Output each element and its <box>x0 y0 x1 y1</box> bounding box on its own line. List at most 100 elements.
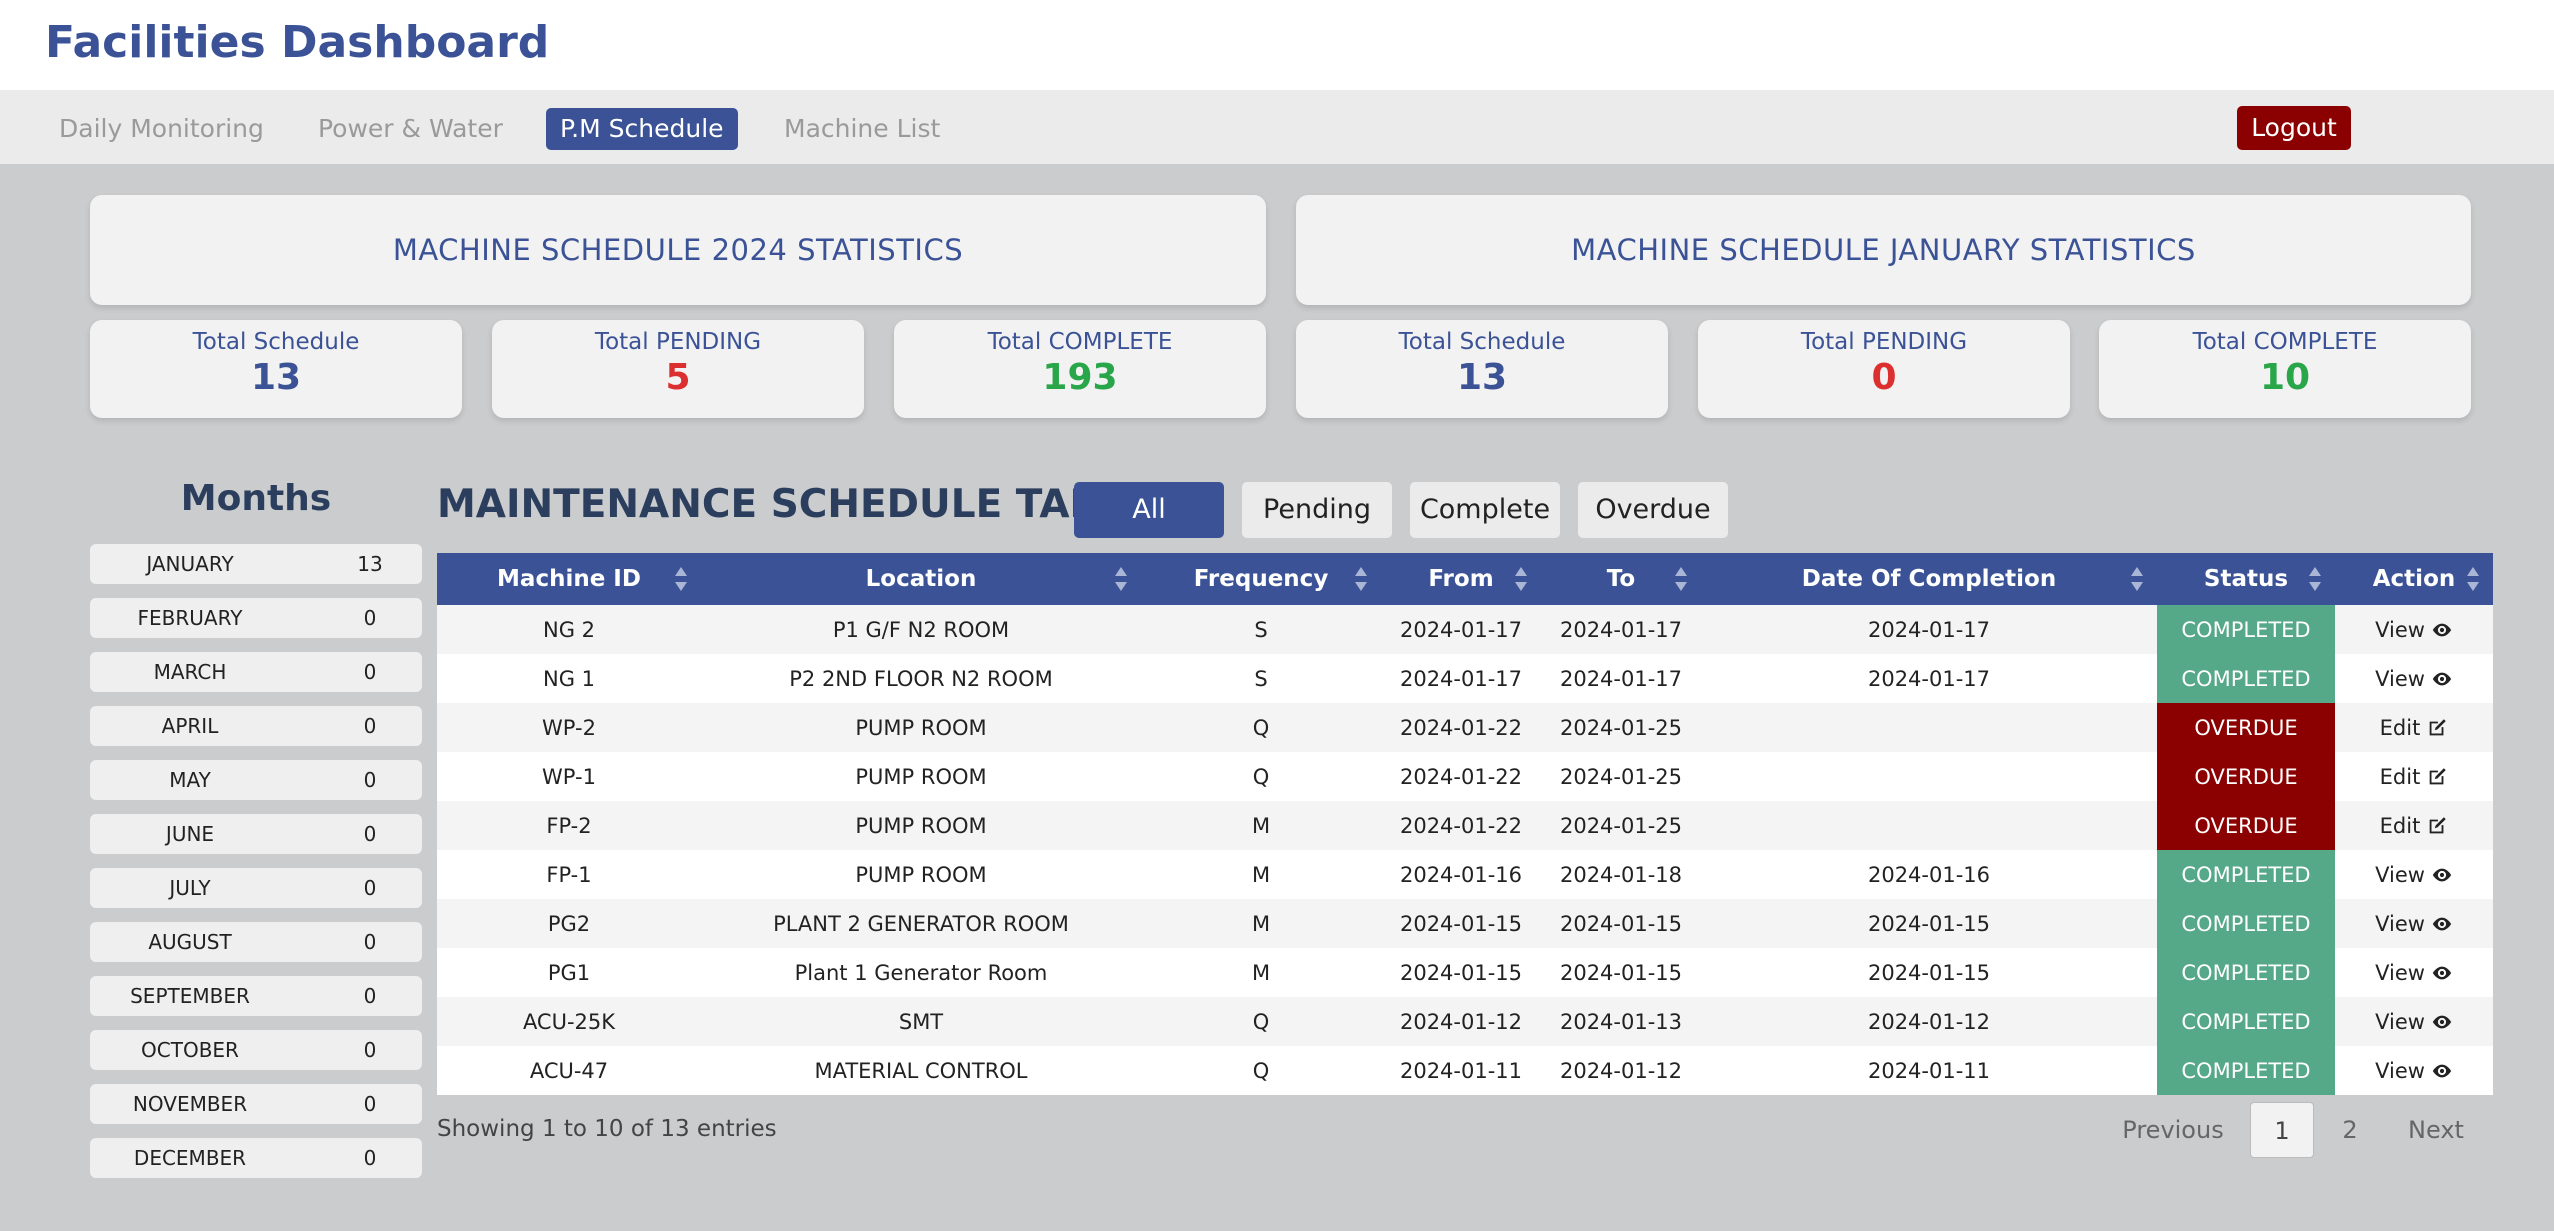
view-button[interactable]: View <box>2375 863 2453 887</box>
table-row: PG2 PLANT 2 GENERATOR ROOM M 2024-01-15 2024… <box>437 899 2493 948</box>
app-title: Facilities Dashboard <box>45 17 550 68</box>
stat-label: Total COMPLETE <box>2192 329 2378 355</box>
column-header-frequency[interactable]: Frequency <box>1141 553 1381 605</box>
pagination-previous[interactable]: Previous <box>2118 1102 2228 1158</box>
filter-complete-button[interactable]: Complete <box>1410 482 1560 538</box>
nav-daily-monitoring[interactable]: Daily Monitoring <box>59 108 264 150</box>
eye-icon <box>2431 864 2453 886</box>
month-name: OCTOBER <box>141 1038 239 1062</box>
eye-icon <box>2431 619 2453 641</box>
monthly-total-complete-card: Total COMPLETE 10 <box>2099 320 2471 418</box>
column-header-status[interactable]: Status <box>2157 553 2335 605</box>
months-title: Months <box>180 478 332 519</box>
edit-icon <box>2426 717 2448 739</box>
month-count: 0 <box>363 984 377 1008</box>
cell-frequency: Q <box>1141 752 1381 801</box>
view-button[interactable]: View <box>2375 1059 2453 1083</box>
month-count: 0 <box>363 822 377 846</box>
month-item-august[interactable]: AUGUST 0 <box>90 922 422 962</box>
cell-completion: 2024-01-12 <box>1701 997 2157 1046</box>
cell-from: 2024-01-17 <box>1381 605 1541 654</box>
column-header-location[interactable]: Location <box>701 553 1141 605</box>
cell-location: Plant 1 Generator Room <box>701 948 1141 997</box>
column-header-date-of-completion[interactable]: Date Of Completion <box>1701 553 2157 605</box>
filter-all-button[interactable]: All <box>1074 482 1224 538</box>
action-label: Edit <box>2379 764 2421 789</box>
view-button[interactable]: View <box>2375 1010 2453 1034</box>
cell-to: 2024-01-25 <box>1541 752 1701 801</box>
column-header-from[interactable]: From <box>1381 553 1541 605</box>
month-count: 0 <box>363 714 377 738</box>
filter-overdue-button[interactable]: Overdue <box>1578 482 1728 538</box>
month-item-june[interactable]: JUNE 0 <box>90 814 422 854</box>
table-title: MAINTENANCE SCHEDULE TABLE <box>437 482 1151 527</box>
month-item-october[interactable]: OCTOBER 0 <box>90 1030 422 1070</box>
view-button[interactable]: View <box>2375 912 2453 936</box>
action-cell: View <box>2335 654 2493 703</box>
status-badge: COMPLETED <box>2157 948 2335 997</box>
action-label: View <box>2375 617 2425 642</box>
status-badge: COMPLETED <box>2157 997 2335 1046</box>
cell-to: 2024-01-13 <box>1541 997 1701 1046</box>
sort-icon <box>675 567 687 591</box>
month-item-november[interactable]: NOVEMBER 0 <box>90 1084 422 1124</box>
edit-button[interactable]: Edit <box>2380 765 2449 789</box>
month-name: JANUARY <box>146 552 234 576</box>
cell-frequency: M <box>1141 899 1381 948</box>
maintenance-schedule-table: Machine ID Location Frequency From To Da… <box>437 553 2493 1095</box>
stat-value: 10 <box>2259 357 2311 398</box>
column-header-to[interactable]: To <box>1541 553 1701 605</box>
column-header-action[interactable]: Action <box>2335 553 2493 605</box>
month-item-september[interactable]: SEPTEMBER 0 <box>90 976 422 1016</box>
cell-machine-id: NG 2 <box>437 605 701 654</box>
month-count: 0 <box>363 876 377 900</box>
yearly-total-schedule-card: Total Schedule 13 <box>90 320 462 418</box>
nav-power-water[interactable]: Power & Water <box>318 108 503 150</box>
sort-icon <box>1675 567 1687 591</box>
cell-to: 2024-01-15 <box>1541 899 1701 948</box>
month-name: AUGUST <box>148 930 232 954</box>
month-item-january[interactable]: JANUARY 13 <box>90 544 422 584</box>
pagination-page-2[interactable]: 2 <box>2322 1102 2378 1158</box>
status-badge: COMPLETED <box>2157 850 2335 899</box>
pagination-page-1[interactable]: 1 <box>2250 1102 2314 1158</box>
logout-button[interactable]: Logout <box>2237 106 2351 150</box>
month-item-february[interactable]: FEBRUARY 0 <box>90 598 422 638</box>
pagination-next[interactable]: Next <box>2396 1102 2476 1158</box>
cell-to: 2024-01-25 <box>1541 703 1701 752</box>
cell-frequency: S <box>1141 605 1381 654</box>
stat-value: 13 <box>1456 357 1508 398</box>
filter-pending-button[interactable]: Pending <box>1242 482 1392 538</box>
month-name: MAY <box>169 768 211 792</box>
nav-machine-list[interactable]: Machine List <box>784 108 940 150</box>
cell-from: 2024-01-12 <box>1381 997 1541 1046</box>
view-button[interactable]: View <box>2375 961 2453 985</box>
view-button[interactable]: View <box>2375 618 2453 642</box>
action-label: View <box>2375 911 2425 936</box>
edit-button[interactable]: Edit <box>2380 814 2449 838</box>
view-button[interactable]: View <box>2375 667 2453 691</box>
cell-location: PUMP ROOM <box>701 752 1141 801</box>
month-count: 0 <box>363 1092 377 1116</box>
action-label: Edit <box>2379 715 2421 740</box>
cell-machine-id: FP-1 <box>437 850 701 899</box>
month-item-july[interactable]: JULY 0 <box>90 868 422 908</box>
cell-completion <box>1701 703 2157 752</box>
month-item-december[interactable]: DECEMBER 0 <box>90 1138 422 1178</box>
action-cell: View <box>2335 605 2493 654</box>
nav-pm-schedule[interactable]: P.M Schedule <box>546 108 738 150</box>
column-label: Action <box>2372 566 2456 592</box>
month-item-may[interactable]: MAY 0 <box>90 760 422 800</box>
cell-frequency: M <box>1141 850 1381 899</box>
edit-button[interactable]: Edit <box>2380 716 2449 740</box>
month-item-april[interactable]: APRIL 0 <box>90 706 422 746</box>
action-cell: View <box>2335 850 2493 899</box>
cell-completion: 2024-01-11 <box>1701 1046 2157 1095</box>
column-label: Machine ID <box>497 566 641 592</box>
table-body: NG 2 P1 G/F N2 ROOM S 2024-01-17 2024-01-17 2… <box>437 605 2493 1095</box>
month-item-march[interactable]: MARCH 0 <box>90 652 422 692</box>
cell-from: 2024-01-15 <box>1381 899 1541 948</box>
action-label: View <box>2375 1058 2425 1083</box>
monthly-total-schedule-card: Total Schedule 13 <box>1296 320 1668 418</box>
column-header-machine-id[interactable]: Machine ID <box>437 553 701 605</box>
